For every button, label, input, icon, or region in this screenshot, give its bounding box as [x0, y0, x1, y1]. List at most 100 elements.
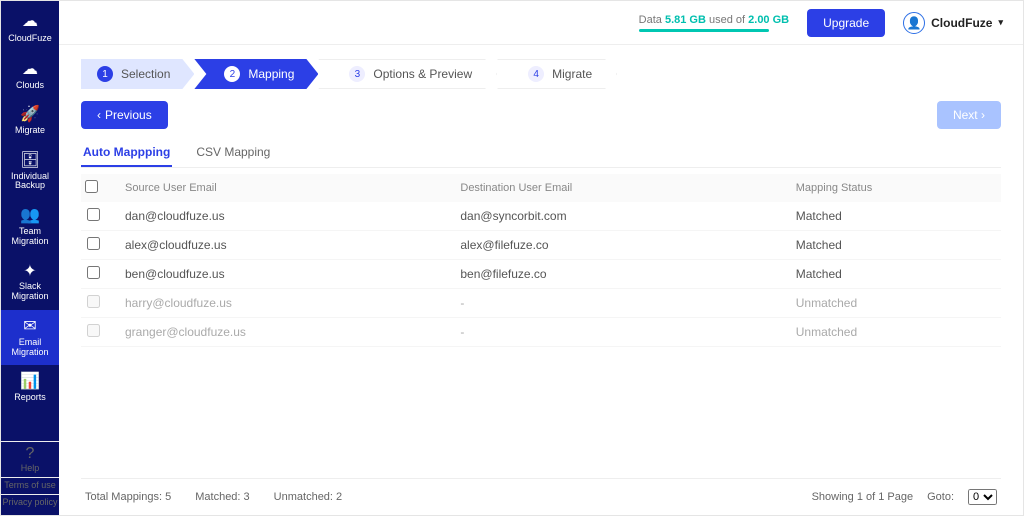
brand-logo: ☁ CloudFuze — [8, 7, 52, 53]
sidebar-item-clouds[interactable]: ☁ Clouds — [1, 53, 59, 98]
data-usage: Data 5.81 GB used of 2.00 GB — [639, 14, 789, 32]
actions-row: ‹ Previous Next › — [81, 101, 1001, 129]
step-label: Selection — [121, 67, 170, 81]
cell-source: granger@cloudfuze.us — [125, 325, 460, 339]
table-row: dan@cloudfuze.usdan@syncorbit.comMatched — [81, 202, 1001, 231]
previous-label: Previous — [105, 108, 152, 122]
sidebar-item-label: Terms of use — [4, 481, 56, 491]
row-checkbox[interactable] — [87, 324, 100, 337]
sidebar-item-label: Slack Migration — [11, 282, 48, 302]
sidebar-item-slack-migration[interactable]: ✦ Slack Migration — [1, 255, 59, 310]
sidebar-item-reports[interactable]: 📊 Reports — [1, 365, 59, 410]
data-usage-bar — [639, 29, 769, 32]
sidebar-footer: ? Help Terms of use Privacy policy — [1, 441, 59, 515]
envelope-icon: ✉ — [23, 318, 36, 336]
cell-dest: alex@filefuze.co — [460, 238, 795, 252]
col-dest: Destination User Email — [460, 182, 795, 194]
cell-source: ben@cloudfuze.us — [125, 267, 460, 281]
data-usage-prefix: Data — [639, 14, 665, 26]
tab-auto-mapping[interactable]: Auto Mappping — [81, 139, 172, 167]
cell-dest: - — [460, 296, 795, 310]
data-usage-used: 5.81 GB — [665, 14, 706, 26]
row-checkbox[interactable] — [87, 295, 100, 308]
table-body: dan@cloudfuze.usdan@syncorbit.comMatched… — [81, 202, 1001, 347]
sidebar-item-team-migration[interactable]: 👥 Team Migration — [1, 199, 59, 254]
data-usage-total: 2.00 GB — [748, 14, 789, 26]
help-icon: ? — [26, 445, 35, 463]
cell-source: harry@cloudfuze.us — [125, 296, 460, 310]
chevron-left-icon: ‹ — [97, 108, 101, 122]
cell-status: Unmatched — [796, 325, 997, 339]
chevron-down-icon: ▾ — [998, 17, 1003, 28]
sidebar-item-email-migration[interactable]: ✉ Email Migration — [1, 310, 59, 365]
cell-dest: ben@filefuze.co — [460, 267, 795, 281]
matched-count: Matched: 3 — [195, 491, 249, 503]
tab-csv-mapping[interactable]: CSV Mapping — [194, 139, 272, 167]
data-usage-mid: used of — [709, 14, 748, 26]
sidebar-item-label: Help — [21, 464, 40, 474]
step-label: Mapping — [248, 67, 294, 81]
main: Data 5.81 GB used of 2.00 GB Upgrade 👤 C… — [59, 1, 1023, 515]
col-status: Mapping Status — [796, 182, 997, 194]
row-checkbox[interactable] — [87, 237, 100, 250]
sidebar-item-label: Migrate — [15, 126, 45, 136]
goto-label: Goto: — [927, 491, 954, 503]
table-row: granger@cloudfuze.us-Unmatched — [81, 318, 1001, 347]
sidebar-item-label: Team Migration — [11, 227, 48, 247]
step-number: 3 — [349, 66, 365, 82]
step-selection[interactable]: 1 Selection — [81, 59, 194, 89]
table-row: alex@cloudfuze.usalex@filefuze.coMatched — [81, 231, 1001, 260]
step-mapping[interactable]: 2 Mapping — [194, 59, 318, 89]
select-all-checkbox[interactable] — [85, 180, 98, 193]
next-button[interactable]: Next › — [937, 101, 1001, 129]
report-icon: 📊 — [20, 373, 40, 391]
cloud-icon: ☁ — [22, 61, 38, 79]
table-header: Source User Email Destination User Email… — [81, 174, 1001, 202]
table-row: harry@cloudfuze.us-Unmatched — [81, 289, 1001, 318]
mapping-tabs: Auto Mappping CSV Mapping — [81, 139, 1001, 168]
cloud-icon: ☁ — [22, 11, 38, 31]
sidebar-item-label: Email Migration — [11, 338, 48, 358]
cell-status: Unmatched — [796, 296, 997, 310]
next-label: Next — [953, 108, 978, 122]
slack-icon: ✦ — [23, 263, 36, 281]
step-options-preview[interactable]: 3 Options & Preview — [318, 59, 497, 89]
sidebar-item-terms[interactable]: Terms of use — [1, 477, 59, 494]
brand-name: CloudFuze — [8, 33, 52, 43]
sidebar-item-migrate[interactable]: 🚀 Migrate — [1, 98, 59, 143]
step-migrate[interactable]: 4 Migrate — [497, 59, 617, 89]
step-number: 4 — [528, 66, 544, 82]
col-source: Source User Email — [125, 182, 460, 194]
cell-dest: - — [460, 325, 795, 339]
unmatched-count: Unmatched: 2 — [274, 491, 343, 503]
sidebar-item-help[interactable]: ? Help — [1, 441, 59, 477]
user-name: CloudFuze — [931, 16, 992, 30]
rocket-icon: 🚀 — [20, 106, 40, 124]
pager-text: Showing 1 of 1 Page — [812, 491, 914, 503]
goto-page-select[interactable]: 0 — [968, 489, 997, 505]
user-menu[interactable]: 👤 CloudFuze ▾ — [903, 12, 1003, 34]
sidebar-item-label: Privacy policy — [2, 498, 57, 508]
step-number: 1 — [97, 66, 113, 82]
cell-status: Matched — [796, 209, 997, 223]
cell-status: Matched — [796, 238, 997, 252]
row-checkbox[interactable] — [87, 208, 100, 221]
cell-dest: dan@syncorbit.com — [460, 209, 795, 223]
topbar: Data 5.81 GB used of 2.00 GB Upgrade 👤 C… — [59, 1, 1023, 45]
cell-source: alex@cloudfuze.us — [125, 238, 460, 252]
table-row: ben@cloudfuze.usben@filefuze.coMatched — [81, 260, 1001, 289]
upgrade-button[interactable]: Upgrade — [807, 9, 885, 37]
previous-button[interactable]: ‹ Previous — [81, 101, 168, 129]
stepper: 1 Selection 2 Mapping 3 Options & Previe… — [81, 59, 1001, 89]
sidebar-item-individual-backup[interactable]: 🗄 Individual Backup — [1, 144, 59, 199]
total-mappings: Total Mappings: 5 — [85, 491, 171, 503]
table-footer: Total Mappings: 5 Matched: 3 Unmatched: … — [81, 478, 1001, 515]
mapping-table: Source User Email Destination User Email… — [81, 174, 1001, 478]
row-checkbox[interactable] — [87, 266, 100, 279]
user-avatar-icon: 👤 — [903, 12, 925, 34]
sidebar-item-privacy[interactable]: Privacy policy — [1, 494, 59, 511]
chevron-right-icon: › — [981, 108, 985, 122]
cell-status: Matched — [796, 267, 997, 281]
step-number: 2 — [224, 66, 240, 82]
sidebar-item-label: Reports — [14, 393, 46, 403]
